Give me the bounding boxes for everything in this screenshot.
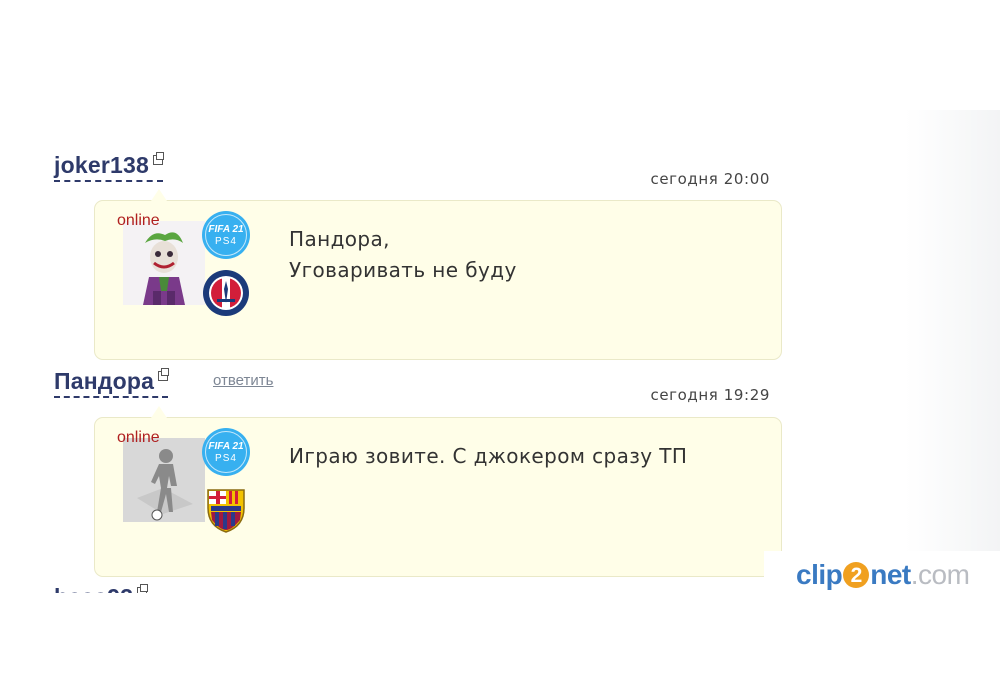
message-line: Уговаривать не буду	[289, 258, 517, 282]
footballer-silhouette-avatar-icon	[123, 438, 205, 522]
open-popup-icon[interactable]	[152, 151, 164, 165]
watermark-part: .com	[910, 559, 970, 590]
open-popup-icon[interactable]	[158, 367, 170, 381]
user-avatar[interactable]	[123, 438, 205, 522]
message-line: Пандора,	[289, 227, 390, 251]
author-name: Пандора	[54, 368, 155, 394]
post-timestamp: сегодня 19:29	[650, 386, 770, 404]
post-timestamp: сегодня 20:00	[650, 170, 770, 188]
online-status: online	[117, 429, 160, 446]
clip2net-watermark: clip 2 net.com	[764, 551, 1000, 605]
barcelona-crest-icon	[202, 486, 250, 534]
psg-crest-icon	[202, 269, 250, 317]
open-popup-icon[interactable]	[137, 584, 149, 593]
watermark-part: 2	[843, 562, 870, 588]
joker-avatar-icon	[123, 221, 205, 305]
reply-link[interactable]: ответить	[213, 372, 273, 389]
user-avatar[interactable]	[123, 221, 205, 305]
author-link[interactable]: Пандора	[54, 367, 170, 398]
badge-ring	[205, 431, 247, 473]
message-line: Играю зовите. С джокером сразу ТП	[289, 444, 688, 468]
fifa-ps4-badge-icon: FIFA 21 PS4	[202, 428, 250, 476]
fifa-ps4-badge-icon: FIFA 21 PS4	[202, 211, 250, 259]
watermark-part: clip	[796, 559, 843, 590]
post-bubble: online FIFA 21 PS4 Пандора, Уговаривать …	[94, 189, 782, 360]
post-header: joker138 сегодня 20:00	[54, 151, 784, 188]
watermark-part: net	[870, 559, 911, 590]
author-name: joker138	[54, 152, 149, 178]
author-link[interactable]: bass93	[54, 584, 149, 593]
author-name: bass93	[54, 584, 133, 593]
bubble-tail	[151, 406, 167, 418]
bubble-tail	[151, 189, 167, 201]
online-status: online	[117, 212, 160, 229]
next-post-header: bass93	[54, 584, 194, 593]
author-link[interactable]: joker138	[54, 151, 164, 182]
post-header: Пандора ответить сегодня 19:29	[54, 367, 784, 404]
post-message: Пандора, Уговаривать не буду	[289, 224, 517, 286]
post-message: Играю зовите. С джокером сразу ТП	[289, 441, 687, 472]
badge-ring	[205, 214, 247, 256]
watermark-logo: clip 2 net.com	[796, 559, 970, 591]
right-edge-shadow	[905, 110, 1000, 580]
post-bubble: online FIFA 21 PS4 Играю зовите. С джоке…	[94, 406, 782, 577]
